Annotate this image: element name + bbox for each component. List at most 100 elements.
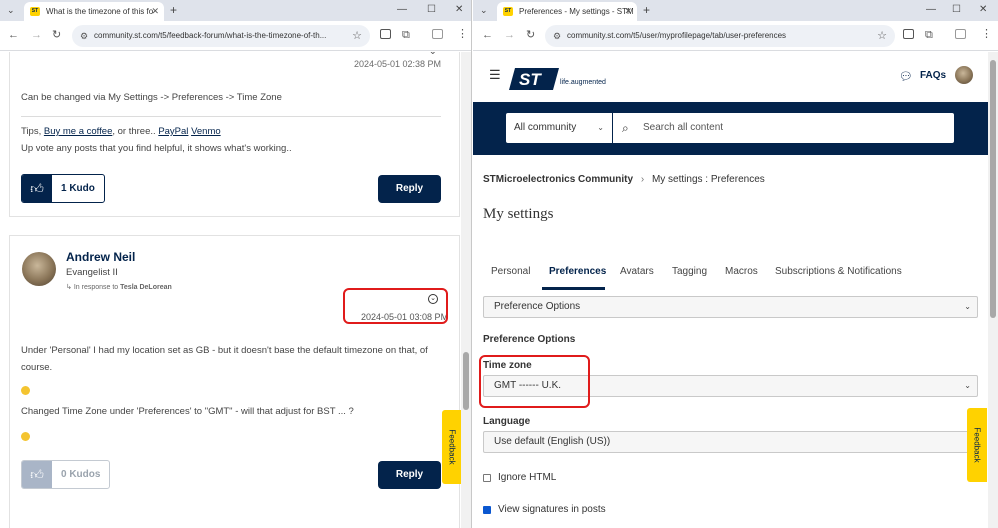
puzzle-icon[interactable]: ⧉ (402, 28, 410, 42)
minimize-icon[interactable]: — (926, 3, 936, 17)
vertical-scrollbar[interactable] (988, 52, 998, 528)
browser-toolbar: ← → ↻ ⚙ community.st.com/t5/feedback-for… (0, 21, 471, 51)
bookmark-star-icon[interactable]: ☆ (352, 25, 362, 47)
left-browser-window: ⌄ ST What is the timezone of this fo ✕ +… (0, 0, 472, 528)
search-scope-select[interactable]: All community ⌄ (506, 113, 612, 143)
kudo-button[interactable]: 👍︎ 1 Kudo (21, 174, 105, 203)
site-info-icon[interactable]: ⚙ (80, 25, 88, 47)
author-name[interactable]: Andrew Neil (66, 250, 135, 264)
close-tab-icon[interactable]: ✕ (151, 2, 159, 21)
search-input[interactable]: ⌕ Search all content (613, 113, 954, 143)
tab-search-icon[interactable]: ⌄ (480, 2, 488, 18)
tab-personal[interactable]: Personal (491, 266, 530, 277)
highlight-annotation (343, 288, 448, 324)
faq-chat-icon[interactable]: 💬︎ (899, 70, 913, 83)
close-window-icon[interactable]: ✕ (979, 3, 987, 17)
chevron-down-icon: ⌄ (964, 302, 971, 311)
avatar[interactable] (22, 252, 56, 286)
tab-avatars[interactable]: Avatars (620, 266, 654, 277)
extension-icon[interactable] (903, 29, 914, 39)
menu-kebab-icon[interactable]: ⋮ (981, 27, 992, 41)
view-signatures-label: View signatures in posts (498, 504, 606, 515)
reply-button[interactable]: Reply (378, 175, 441, 203)
in-response-prefix: In response to (73, 284, 119, 291)
user-avatar[interactable] (955, 66, 973, 84)
reload-icon[interactable]: ↻ (526, 28, 535, 42)
tab-macros[interactable]: Macros (725, 266, 758, 277)
scrollbar-thumb[interactable] (990, 60, 996, 318)
address-bar[interactable]: ⚙ community.st.com/t5/feedback-forum/wha… (72, 25, 370, 47)
breadcrumb-current: My settings : Preferences (651, 174, 765, 185)
close-tab-icon[interactable]: ✕ (624, 2, 632, 21)
extension-icon[interactable] (380, 29, 391, 39)
maximize-icon[interactable]: ☐ (952, 3, 961, 17)
tab-subscriptions[interactable]: Subscriptions & Notifications (775, 266, 902, 277)
tab-title: Preferences - My settings - STM (519, 7, 634, 16)
profile-icon[interactable] (955, 29, 966, 39)
preference-section-select[interactable]: Preference Options ⌄ (483, 296, 978, 318)
buy-coffee-link[interactable]: Buy me a coffee (44, 126, 112, 137)
paypal-link[interactable]: PayPal (158, 126, 188, 137)
forward-arrow-icon[interactable]: → (504, 28, 515, 42)
browser-tab[interactable]: ST Preferences - My settings - STM ✕ (497, 2, 637, 21)
post-body-text: Changed Time Zone under 'Preferences' to… (21, 406, 354, 417)
tab-preferences[interactable]: Preferences (549, 266, 606, 277)
back-arrow-icon[interactable]: ← (482, 28, 493, 42)
ignore-html-checkbox[interactable] (483, 474, 491, 482)
forward-arrow-icon[interactable]: → (31, 28, 42, 42)
kudo-button[interactable]: 👍︎ 0 Kudos (21, 460, 111, 489)
menu-kebab-icon[interactable]: ⋮ (457, 27, 468, 41)
bookmark-star-icon[interactable]: ☆ (877, 25, 887, 47)
new-tab-icon[interactable]: + (170, 2, 177, 18)
reply-button[interactable]: Reply (378, 461, 441, 489)
breadcrumb: STMicroelectronics Community › My settin… (483, 174, 765, 185)
st-logo[interactable]: ST (509, 66, 559, 92)
language-select[interactable]: Use default (English (US)) (483, 431, 978, 453)
in-response-name[interactable]: Tesla DeLorean (120, 284, 172, 291)
kudo-count: 0 Kudos (61, 469, 101, 480)
options-chevron-icon[interactable]: ⌄ (429, 52, 437, 57)
reply-post: Andrew Neil Evangelist II ↳ In response … (9, 235, 460, 528)
in-response-to: ↳ In response to Tesla DeLorean (66, 283, 172, 291)
minimize-icon[interactable]: — (397, 3, 407, 17)
tab-search-icon[interactable]: ⌄ (7, 2, 15, 18)
st-favicon-icon: ST (30, 7, 40, 16)
thumbs-up-icon: 👍︎ (22, 175, 52, 202)
feedback-tab[interactable]: Feedback (967, 408, 987, 482)
back-arrow-icon[interactable]: ← (8, 28, 19, 42)
tab-strip: ⌄ ST What is the timezone of this fo ✕ +… (0, 0, 471, 21)
site-info-icon[interactable]: ⚙ (553, 25, 561, 47)
address-bar[interactable]: ⚙ community.st.com/t5/user/myprofilepage… (545, 25, 895, 47)
scrollbar-thumb[interactable] (463, 352, 469, 410)
hamburger-menu-icon[interactable]: ☰ (489, 67, 501, 83)
new-tab-icon[interactable]: + (643, 2, 650, 18)
faqs-link[interactable]: FAQs (920, 70, 946, 81)
close-window-icon[interactable]: ✕ (455, 3, 463, 17)
signature-line: Tips, Buy me a coffee, or three.. PayPal… (21, 126, 221, 137)
feedback-tab[interactable]: Feedback (442, 410, 462, 484)
breadcrumb-separator: › (640, 174, 645, 185)
view-signatures-checkbox[interactable] (483, 506, 491, 514)
chevron-down-icon: ⌄ (964, 381, 971, 390)
page-content: ☰ ST life.augmented 💬︎ FAQs All communit… (473, 52, 998, 528)
tab-title: What is the timezone of this fo (46, 7, 154, 16)
tab-tagging[interactable]: Tagging (672, 266, 707, 277)
search-icon: ⌕ (622, 121, 629, 135)
breadcrumb-home[interactable]: STMicroelectronics Community (483, 174, 633, 185)
vertical-scrollbar[interactable] (461, 52, 471, 528)
language-value: Use default (English (US)) (494, 436, 611, 447)
sig-or-text: , or three.. (112, 126, 156, 137)
language-label: Language (483, 416, 531, 427)
venmo-link[interactable]: Venmo (191, 126, 221, 137)
post-timestamp: 2024-05-01 02:38 PM (353, 59, 441, 69)
post-body-text: course. (21, 362, 53, 373)
svg-text:ST: ST (519, 70, 542, 89)
maximize-icon[interactable]: ☐ (427, 3, 436, 17)
ignore-html-label: Ignore HTML (498, 472, 557, 483)
profile-icon[interactable] (432, 29, 443, 39)
thumbs-up-icon: 👍︎ (22, 461, 52, 488)
puzzle-icon[interactable]: ⧉ (925, 28, 933, 42)
browser-tab[interactable]: ST What is the timezone of this fo ✕ (24, 2, 164, 21)
kudo-count: 1 Kudo (61, 183, 95, 194)
reload-icon[interactable]: ↻ (52, 28, 61, 42)
